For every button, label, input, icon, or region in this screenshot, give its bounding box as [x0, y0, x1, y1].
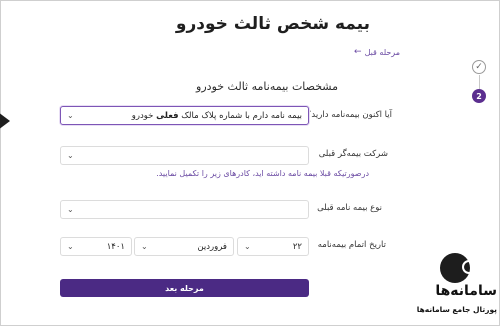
expiry-month-value: فروردین: [197, 241, 227, 252]
expiry-month-select[interactable]: فروردین ⌄: [134, 237, 234, 256]
previous-insurer-select[interactable]: ⌄: [60, 146, 309, 165]
page-title: بیمه شخص ثالث خودرو: [175, 14, 370, 34]
brand-name: سامانه‌ها: [435, 283, 497, 299]
previous-insurer-label: شرکت بیمه‌گر قبلی: [318, 149, 388, 159]
has-insurance-value: بیمه نامه دارم با شماره پلاک مالک فعلی خ…: [131, 110, 302, 121]
chevron-down-icon: ⌄: [67, 242, 74, 251]
previous-step-link[interactable]: مرحله قبل ←: [354, 47, 400, 57]
has-insurance-label: آیا اکنون بیمه‌نامه دارید؟: [306, 110, 392, 120]
previous-insurance-hint: درصورتیکه قبلا بیمه نامه داشته اید، کادر…: [156, 169, 369, 178]
previous-step-label: مرحله قبل: [364, 47, 400, 57]
expiry-day-select[interactable]: ۲۲ ⌄: [237, 237, 309, 256]
chevron-down-icon: ⌄: [141, 242, 148, 251]
has-insurance-select[interactable]: بیمه نامه دارم با شماره پلاک مالک فعلی خ…: [60, 106, 309, 125]
chevron-down-icon: ⌄: [67, 151, 74, 160]
step-done-check-icon: ✓: [472, 60, 486, 74]
previous-type-select[interactable]: ⌄: [60, 200, 309, 219]
brand-tagline: پورتال جامع سامانه‌ها: [416, 305, 497, 314]
brand-watermark: سامانه‌ها پورتال جامع سامانه‌ها: [417, 253, 500, 326]
chevron-down-icon: ⌄: [67, 205, 74, 214]
section-title: مشخصات بیمه‌نامه ثالث خودرو: [196, 80, 338, 93]
expiry-year-select[interactable]: ۱۴۰۱ ⌄: [60, 237, 132, 256]
magnifier-logo-icon: [440, 253, 480, 283]
chevron-down-icon: ⌄: [244, 242, 251, 251]
previous-type-label: نوع بیمه نامه قبلی: [317, 203, 382, 213]
expiry-day-value: ۲۲: [292, 241, 302, 252]
arrow-left-icon: ←: [354, 47, 362, 57]
progress-stepper: ✓ 2: [469, 58, 491, 108]
left-edge-marker: [0, 112, 10, 130]
next-step-button[interactable]: مرحله بعد: [60, 279, 309, 297]
chevron-down-icon: ⌄: [67, 111, 74, 120]
stepper-connector: [479, 75, 480, 89]
expiry-date-label: تاریخ اتمام بیمه‌نامه: [317, 240, 386, 250]
expiry-year-value: ۱۴۰۱: [106, 241, 125, 252]
step-current-badge: 2: [472, 89, 486, 103]
